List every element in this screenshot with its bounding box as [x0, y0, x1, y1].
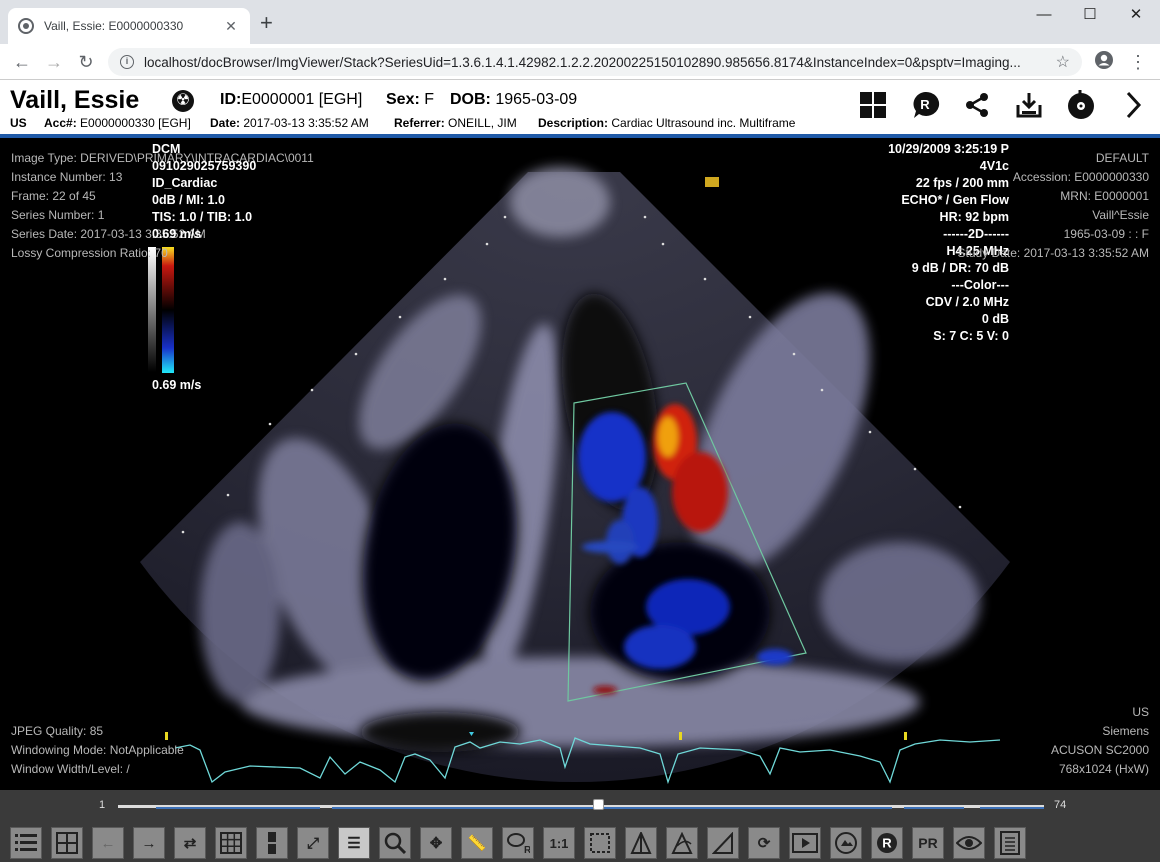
globe-icon [18, 18, 34, 34]
frame-icon[interactable] [584, 827, 616, 859]
report-r-icon[interactable]: R [908, 88, 942, 122]
grid-icon[interactable] [51, 827, 83, 859]
study-date: Date: 2017-03-13 3:35:52 AM [210, 116, 369, 130]
share-icon[interactable] [960, 88, 994, 122]
actual-size-button[interactable]: 1:1 [543, 827, 575, 859]
stack-icon[interactable]: ☰ [338, 827, 370, 859]
pan-icon[interactable]: ✥ [420, 827, 452, 859]
eye-icon[interactable] [953, 827, 985, 859]
minimize-button[interactable]: — [1024, 4, 1064, 26]
chevron-right-icon[interactable] [1116, 88, 1150, 122]
radiation-icon[interactable]: ☢ [172, 90, 194, 112]
list-icon[interactable] [10, 827, 42, 859]
patient-id: ID:E0000001 [EGH] [220, 91, 363, 108]
frame-slider-bar: 1 74 [0, 790, 1160, 822]
layout-grid-icon[interactable] [856, 88, 890, 122]
cine-hc-icon[interactable] [666, 827, 698, 859]
patient-sex: Sex: F [386, 91, 435, 108]
velocity-scale-negative [162, 310, 174, 373]
video-icon[interactable] [789, 827, 821, 859]
download-icon[interactable] [1012, 88, 1046, 122]
cine-ap-icon[interactable] [625, 827, 657, 859]
description: Description: Cardiac Ultrasound inc. Mul… [538, 116, 796, 130]
split-icon[interactable] [256, 827, 288, 859]
reload-icon[interactable]: ↻ [72, 50, 100, 74]
info-icon[interactable]: i [120, 55, 134, 69]
ruler-icon[interactable]: 📏 [461, 827, 493, 859]
menu-kebab-icon[interactable]: ⋮ [1124, 50, 1152, 74]
patient-name: Vaill, Essie [10, 86, 140, 114]
forward-icon[interactable]: → [133, 827, 165, 859]
grayscale-bar [148, 247, 156, 372]
disc-burn-icon[interactable] [1064, 88, 1098, 122]
layout-grid-icon[interactable] [215, 827, 247, 859]
svg-text:R: R [524, 845, 530, 854]
zoom-icon[interactable] [379, 827, 411, 859]
patient-dob: DOB: 1965-03-09 [450, 91, 578, 108]
refresh-icon[interactable]: ⟳ [748, 827, 780, 859]
back-icon[interactable]: ← [92, 827, 124, 859]
orientation-marker-icon [705, 177, 719, 187]
close-tab-icon[interactable]: ✕ [222, 18, 240, 35]
report-icon[interactable] [994, 827, 1026, 859]
address-bar[interactable]: i localhost/docBrowser/ImgViewer/Stack?S… [108, 48, 1082, 76]
referrer: Referrer: ONEILL, JIM [394, 116, 517, 130]
new-tab-button[interactable]: + [260, 12, 273, 34]
roi-icon[interactable]: R [502, 827, 534, 859]
swap-icon[interactable]: ⇄ [174, 827, 206, 859]
photo-icon[interactable] [830, 827, 862, 859]
svg-text:R: R [882, 836, 892, 851]
browser-tab[interactable]: Vaill, Essie: E0000000330 ✕ [8, 8, 250, 44]
viewer-toolbar: ← → ⇄ ⤢ ☰ ✥ 📏 R 1:1 ⟳ R PR [0, 822, 1160, 862]
browser-tab-bar: Vaill, Essie: E0000000330 ✕ + — ☐ ✕ [0, 0, 1160, 44]
overlay-bottom-left: JPEG Quality: 85 Windowing Mode: NotAppli… [11, 724, 184, 776]
back-arrow-icon[interactable]: ← [8, 50, 36, 74]
slider-min-label: 1 [99, 799, 106, 811]
frame-slider-track[interactable] [118, 805, 1044, 809]
url-text[interactable]: localhost/docBrowser/ImgViewer/Stack?Ser… [144, 55, 1056, 70]
overlay-top-right: DEFAULT Accession: E0000000330 MRN: E00000… [957, 151, 1149, 260]
r-icon[interactable]: R [871, 827, 903, 859]
patient-header: Vaill, Essie ☢ ID:E0000001 [EGH] Sex: F … [0, 80, 1160, 138]
cine-sp-icon[interactable] [707, 827, 739, 859]
bookmark-star-icon[interactable]: ☆ [1056, 52, 1070, 72]
frame-slider-thumb[interactable] [593, 799, 604, 810]
forward-arrow-icon[interactable]: → [40, 50, 68, 74]
velocity-scale-label: 0.69 m/s [152, 378, 202, 392]
fit-icon[interactable]: ⤢ [297, 827, 329, 859]
svg-text:R: R [920, 97, 930, 112]
close-window-button[interactable]: ✕ [1116, 4, 1156, 26]
us-params-left: DCM 091029025759390 ID_Cardiac 0dB / MI: 1… [152, 142, 257, 241]
accession: Acc#: E0000000330 [EGH] [44, 116, 191, 130]
image-viewport[interactable]: Image Type: DERIVED\PRIMARY\INTRACARDIAC… [0, 142, 1160, 790]
maximize-button[interactable]: ☐ [1070, 4, 1110, 26]
browser-nav-bar: ← → ↻ i localhost/docBrowser/ImgViewer/S… [0, 44, 1160, 80]
overlay-bottom-right: US Siemens ACUSON SC2000 768x1024 (HxW) [1050, 705, 1149, 776]
pr-button[interactable]: PR [912, 827, 944, 859]
modality: US [10, 116, 27, 130]
slider-max-label: 74 [1054, 799, 1067, 811]
tab-title: Vaill, Essie: E0000000330 [44, 19, 184, 33]
profile-icon[interactable] [1090, 50, 1118, 74]
